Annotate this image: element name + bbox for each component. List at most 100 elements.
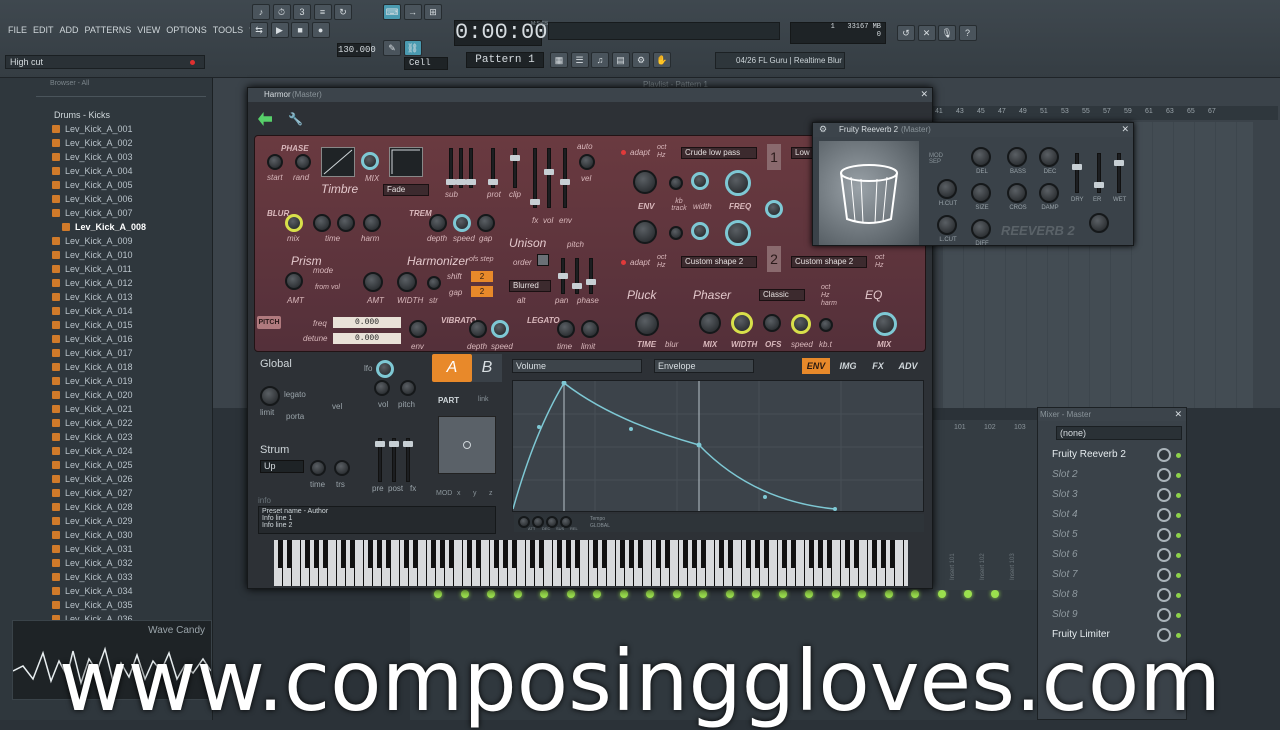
draw-tool-icon[interactable]: ✎ — [383, 40, 401, 56]
mixer-channel-led[interactable] — [619, 590, 628, 598]
ruler-bar-number[interactable]: 45 — [977, 108, 985, 115]
vol-fader[interactable] — [544, 148, 554, 208]
mixer-slot-led[interactable] — [1176, 533, 1181, 538]
mixer-slot-led[interactable] — [1176, 613, 1181, 618]
global-lfo-knob[interactable] — [376, 360, 394, 378]
ruler-bar-number[interactable]: 65 — [1187, 108, 1195, 115]
browser-file[interactable]: Lev_Kick_A_003 — [52, 152, 133, 162]
shift-value[interactable]: 2 — [471, 271, 493, 282]
mixer-slot[interactable]: Slot 7 — [1043, 566, 1183, 584]
ruler-bar-number[interactable]: 57 — [1103, 108, 1111, 115]
timbre-b-shape[interactable] — [389, 147, 423, 177]
mixer-channel-led[interactable] — [593, 590, 601, 598]
ruler-bar-number[interactable]: 59 — [1124, 108, 1132, 115]
browser-panel[interactable]: Browser - All Drums - Kicks Lev_Kick_A_0… — [0, 78, 213, 720]
ruler-bar-number[interactable]: 67 — [1208, 108, 1216, 115]
channel-rack-icon[interactable]: ☰ — [570, 52, 589, 68]
env-tab[interactable]: ENV — [802, 358, 830, 374]
timbre-a-shape[interactable] — [321, 147, 355, 177]
mixer-channel-led[interactable] — [487, 590, 495, 598]
phaser-width-knob[interactable] — [731, 312, 753, 334]
adapt-led[interactable] — [621, 150, 626, 155]
harmor-titlebar[interactable]: Harmor (Master) ✕ — [248, 88, 932, 102]
mixer-titlebar[interactable]: Mixer - Master ✕ — [1038, 408, 1186, 421]
dry-fader[interactable] — [1072, 153, 1082, 193]
reverb-knob-lcut[interactable] — [937, 215, 957, 235]
filter3-dropdown[interactable]: Custom shape 2 — [791, 256, 867, 268]
pre-fader[interactable] — [375, 438, 385, 482]
strum-dropdown[interactable]: Up — [260, 460, 304, 473]
blend-button[interactable]: ≡ — [313, 4, 332, 20]
trem-depth-knob[interactable] — [429, 214, 447, 232]
mixer-channel-led[interactable] — [699, 590, 707, 598]
ruler-bar-number[interactable]: 49 — [1019, 108, 1027, 115]
mixer-slot[interactable]: Slot 8 — [1043, 586, 1183, 604]
sub-fader-3[interactable] — [466, 148, 476, 188]
phase-rand-knob[interactable] — [295, 154, 311, 170]
vibrato-speed-knob[interactable] — [491, 320, 509, 338]
pluck-time-knob[interactable] — [635, 312, 659, 336]
browser-file[interactable]: Lev_Kick_A_022 — [52, 418, 133, 428]
browser-file[interactable]: Lev_Kick_A_034 — [52, 586, 133, 596]
browser-file[interactable]: Lev_Kick_A_013 — [52, 292, 133, 302]
ruler-bar-number[interactable]: 47 — [998, 108, 1006, 115]
menu-tools[interactable]: TOOLS — [213, 25, 243, 35]
reverb-knob-dec[interactable] — [1039, 147, 1059, 167]
tempo-option[interactable]: Tempo — [590, 516, 605, 522]
mixer-channel-led[interactable] — [831, 590, 840, 598]
tools-icon[interactable]: ✕ — [917, 25, 936, 41]
trem-gap-knob[interactable] — [477, 214, 495, 232]
wrench-icon[interactable]: 🔧 — [288, 112, 303, 126]
vibrato-depth-knob[interactable] — [469, 320, 487, 338]
mixer-slot-led[interactable] — [1176, 513, 1181, 518]
sub-fader-2[interactable] — [456, 148, 466, 188]
mixer-slot[interactable]: Slot 6 — [1043, 546, 1183, 564]
mixer-slot-power-icon[interactable] — [1157, 568, 1171, 582]
mixer-slot[interactable]: Slot 9 — [1043, 606, 1183, 624]
snap-mode-display[interactable]: Cell — [404, 57, 448, 70]
browser-file[interactable]: Lev_Kick_A_017 — [52, 348, 133, 358]
ruler-bar-number[interactable]: 51 — [1040, 108, 1048, 115]
browser-file[interactable]: Lev_Kick_A_011 — [52, 264, 132, 274]
filter-width-knob[interactable] — [691, 172, 709, 190]
mixer-window-icon[interactable]: ▦ — [550, 52, 568, 68]
mixer-slot-led[interactable] — [1176, 553, 1181, 558]
harmonizer-str-knob[interactable] — [427, 276, 441, 290]
mixer-channel-led[interactable] — [884, 590, 893, 598]
sub-fader-1[interactable] — [446, 148, 456, 188]
browser-file[interactable]: Lev_Kick_A_023 — [52, 432, 133, 442]
global-option[interactable]: GLOBAL — [590, 523, 610, 529]
part-a-tab[interactable]: A — [432, 354, 472, 382]
phase-start-knob[interactable] — [267, 154, 283, 170]
prism-amt-knob[interactable] — [285, 272, 303, 290]
reverb-window[interactable]: ⚙ Fruity Reeverb 2 (Master) ✕ MOD SEP H.… — [812, 122, 1134, 247]
tempo-display[interactable]: 130.000 — [337, 43, 376, 57]
global-limit-knob[interactable] — [260, 386, 280, 406]
mixer-slot-led[interactable] — [1176, 453, 1181, 458]
mixer-slot-power-icon[interactable] — [1157, 548, 1171, 562]
browser-file[interactable]: Lev_Kick_A_021 — [52, 404, 133, 414]
filter-freq-knob[interactable] — [725, 170, 751, 196]
fx-tab[interactable]: FX — [866, 358, 890, 374]
browser-file[interactable]: Lev_Kick_A_031 — [52, 544, 133, 554]
legato-time-knob[interactable] — [557, 320, 575, 338]
mixer-channel-led[interactable] — [566, 590, 575, 598]
adapt2-led[interactable] — [621, 260, 626, 265]
unison-blur-dropdown[interactable]: Blurred — [509, 280, 551, 292]
filter-2-num[interactable]: 2 — [767, 246, 781, 272]
mixer-slot-power-icon[interactable] — [1157, 488, 1171, 502]
black-keys[interactable] — [278, 540, 908, 568]
envelope-dropdown[interactable]: Envelope — [654, 359, 754, 373]
pitch-fader[interactable] — [572, 258, 582, 294]
menu-view[interactable]: VIEW — [137, 25, 160, 35]
eq-mix-knob[interactable] — [873, 312, 897, 336]
piano-roll-icon[interactable]: ♫ — [591, 52, 610, 68]
mixer-slot[interactable]: Slot 2 — [1043, 466, 1183, 484]
reverb-knob-cros[interactable] — [1007, 183, 1027, 203]
menu-file[interactable]: FILE — [8, 25, 27, 35]
mixer-channel-led[interactable] — [646, 590, 654, 598]
mixer-channel-led[interactable] — [752, 590, 760, 598]
order-button[interactable] — [537, 254, 549, 266]
reverb-knob-del[interactable] — [971, 147, 991, 167]
help-icon[interactable]: ? — [958, 25, 977, 41]
